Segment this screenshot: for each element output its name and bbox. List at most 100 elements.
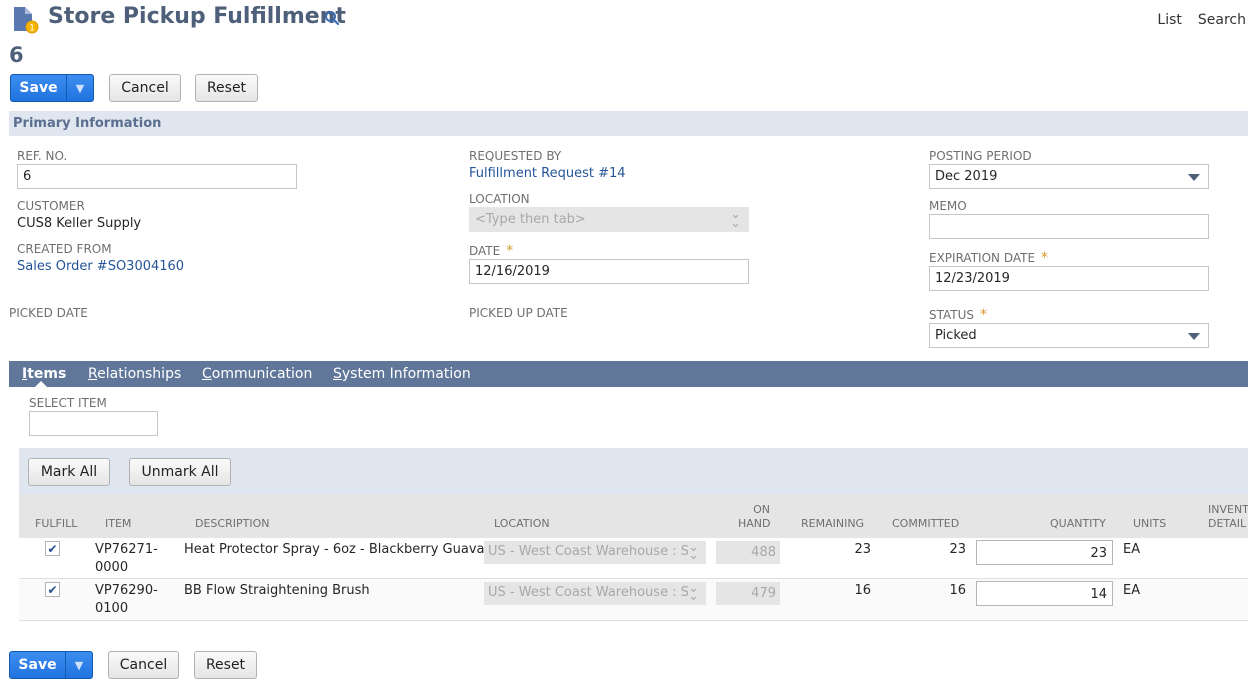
committed-cell: 23 xyxy=(949,542,966,557)
memo-label: MEMO xyxy=(929,199,967,213)
customer-label: CUSTOMER xyxy=(17,199,85,213)
item-code-line1: VP76290- xyxy=(95,583,158,598)
col-inventory-detail-line2: DETAIL xyxy=(1208,517,1247,530)
col-units[interactable]: UNITS xyxy=(1133,517,1166,531)
col-fulfill[interactable]: FULFILL xyxy=(35,517,77,531)
ref-no-label: REF. NO. xyxy=(17,149,68,163)
col-location[interactable]: LOCATION xyxy=(494,517,550,531)
row-location-field: US - West Coast Warehouse : S.D xyxy=(484,541,706,564)
items-table-header xyxy=(19,494,1248,538)
col-inventory-detail-line1: INVENTORY xyxy=(1208,503,1248,516)
posting-period-label: POSTING PERIOD xyxy=(929,149,1032,163)
quantity-input[interactable]: 14 xyxy=(976,581,1113,606)
tab-system-information-label: ystem Information xyxy=(341,366,471,382)
location-field: <Type then tab> ⌄ ⌄ xyxy=(469,207,749,232)
record-type-icon: 1 xyxy=(13,6,39,34)
date-label-text: DATE xyxy=(469,244,501,258)
col-committed[interactable]: COMMITTED xyxy=(892,517,959,531)
required-icon: * xyxy=(506,243,514,259)
requested-by-link[interactable]: Fulfillment Request #14 xyxy=(469,166,626,181)
primary-info-title[interactable]: Primary Information xyxy=(13,116,161,131)
col-inventory-detail[interactable]: INVENTORY DETAIL xyxy=(1208,503,1248,531)
cancel-button[interactable]: Cancel xyxy=(108,651,179,679)
location-placeholder: <Type then tab> xyxy=(475,212,586,227)
committed-cell: 16 xyxy=(949,583,966,598)
save-button-group: Save ▼ xyxy=(10,74,94,102)
double-chevron-down-icon: ⌄ ⌄ xyxy=(688,541,706,564)
active-tab-pointer xyxy=(35,381,47,387)
tab-system-information[interactable]: System Information xyxy=(333,366,471,382)
col-item[interactable]: ITEM xyxy=(105,517,131,531)
col-remaining[interactable]: REMAINING xyxy=(801,517,864,531)
chevron-down-icon: ▼ xyxy=(75,81,85,95)
fulfill-checkbox[interactable]: ✔ xyxy=(45,582,60,597)
tab-relationships-accesskey: R xyxy=(88,366,98,382)
status-select[interactable]: Picked xyxy=(929,323,1209,348)
double-chevron-down-icon: ⌄ ⌄ xyxy=(688,582,706,605)
tab-relationships[interactable]: Relationships xyxy=(88,366,181,382)
status-label: STATUS * xyxy=(929,307,987,323)
ref-no-input[interactable]: 6 xyxy=(17,164,297,189)
tab-bar xyxy=(9,361,1248,387)
tab-communication-accesskey: C xyxy=(202,366,212,382)
quantity-input[interactable]: 23 xyxy=(976,540,1113,565)
expiration-date-label: EXPIRATION DATE * xyxy=(929,250,1048,266)
date-label: DATE * xyxy=(469,243,513,259)
col-description[interactable]: DESCRIPTION xyxy=(195,517,269,531)
mark-all-button[interactable]: Mark All xyxy=(28,458,110,486)
tab-relationships-label: elationships xyxy=(97,366,182,382)
item-cell: VP76271- 0000 xyxy=(95,541,158,577)
location-label: LOCATION xyxy=(469,192,530,206)
created-from-label: CREATED FROM xyxy=(17,242,112,256)
date-input[interactable]: 12/16/2019 xyxy=(469,259,749,284)
tab-communication[interactable]: Communication xyxy=(202,366,312,382)
description-cell: BB Flow Straightening Brush xyxy=(184,583,370,598)
search-icon[interactable] xyxy=(324,10,340,26)
expiration-date-label-text: EXPIRATION DATE xyxy=(929,251,1036,265)
save-options-dropdown[interactable]: ▼ xyxy=(67,75,93,101)
tab-communication-label: ommunication xyxy=(211,366,313,382)
created-from-link[interactable]: Sales Order #SO3004160 xyxy=(17,259,184,274)
reset-button[interactable]: Reset xyxy=(195,74,258,102)
tab-items-label: tems xyxy=(27,366,67,382)
col-quantity[interactable]: QUANTITY xyxy=(1050,517,1106,531)
customer-value: CUS8 Keller Supply xyxy=(17,216,142,231)
unmark-all-button[interactable]: Unmark All xyxy=(129,458,231,486)
on-hand-field: 488 xyxy=(716,541,780,564)
fulfill-checkbox[interactable]: ✔ xyxy=(45,541,60,556)
select-item-input[interactable] xyxy=(29,411,158,436)
save-options-dropdown[interactable]: ▼ xyxy=(66,652,92,678)
save-button[interactable]: Save xyxy=(10,652,66,678)
select-item-label: SELECT ITEM xyxy=(29,396,107,410)
tab-items[interactable]: Items xyxy=(22,366,66,382)
dropdown-arrow-icon xyxy=(1188,333,1200,340)
status-value: Picked xyxy=(935,328,977,343)
tab-system-information-accesskey: S xyxy=(333,366,342,382)
col-on-hand-line1: ON xyxy=(753,503,770,516)
posting-period-select[interactable]: Dec 2019 xyxy=(929,164,1209,189)
dropdown-arrow-icon xyxy=(1188,174,1200,181)
required-icon: * xyxy=(980,307,988,323)
reset-button[interactable]: Reset xyxy=(194,651,257,679)
save-button[interactable]: Save xyxy=(11,75,67,101)
item-code-line1: VP76271- xyxy=(95,542,158,557)
search-link[interactable]: Search xyxy=(1198,12,1246,28)
posting-period-value: Dec 2019 xyxy=(935,169,998,184)
list-link[interactable]: List xyxy=(1157,12,1181,28)
on-hand-field: 479 xyxy=(716,582,780,605)
row-location-field: US - West Coast Warehouse : S.D xyxy=(484,582,706,605)
required-icon: * xyxy=(1041,250,1049,266)
row-location-value: US - West Coast Warehouse : S.D xyxy=(488,585,704,600)
col-on-hand[interactable]: ON HAND xyxy=(738,503,771,531)
item-cell: VP76290- 0100 xyxy=(95,582,158,618)
description-cell: Heat Protector Spray - 6oz - Blackberry … xyxy=(184,542,485,557)
memo-input[interactable] xyxy=(929,214,1209,239)
cancel-button[interactable]: Cancel xyxy=(109,74,181,102)
expiration-date-input[interactable]: 12/23/2019 xyxy=(929,266,1209,291)
units-cell: EA xyxy=(1123,583,1141,598)
row-divider xyxy=(19,620,1248,621)
page-title: Store Pickup Fulfillment xyxy=(48,4,346,29)
item-code-line2: 0100 xyxy=(95,601,129,616)
primary-info-section-bar xyxy=(9,111,1248,136)
status-label-text: STATUS xyxy=(929,308,975,322)
